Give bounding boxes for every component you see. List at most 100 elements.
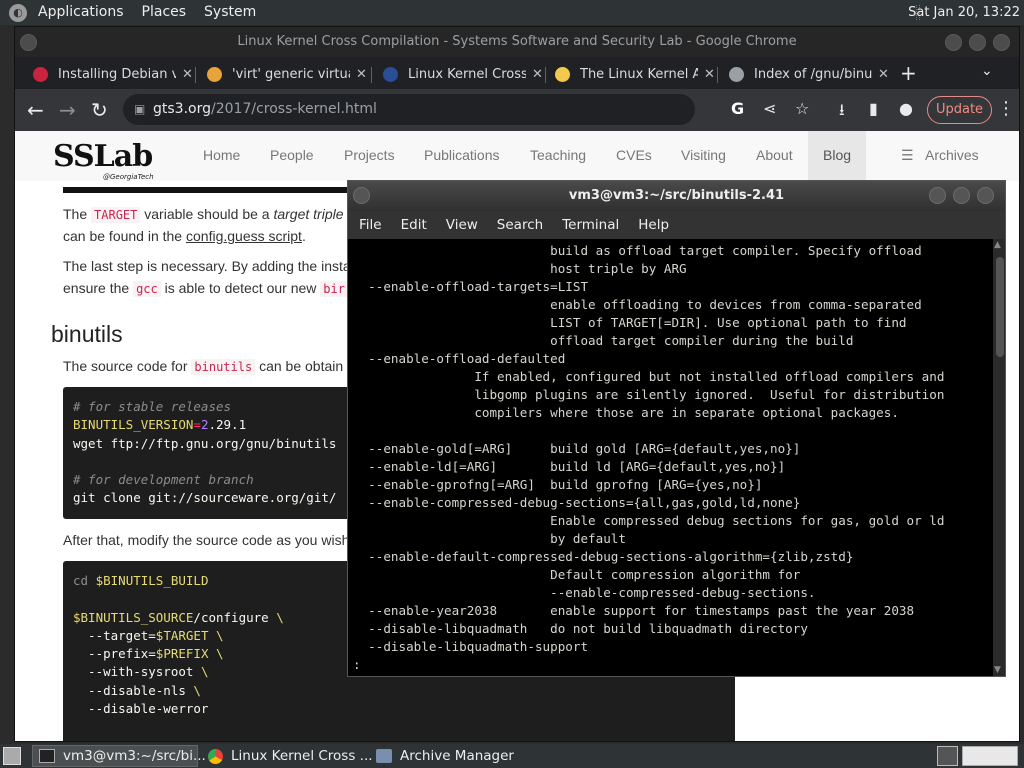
nav-blog[interactable]: Blog [823, 147, 851, 163]
nav-cves[interactable]: CVEs [616, 147, 652, 163]
terminal-maximize-button[interactable] [953, 187, 970, 204]
back-arrow-icon[interactable]: ← [27, 98, 44, 122]
url-host: gts3.org [153, 101, 211, 117]
lock-icon[interactable]: ▣ [134, 94, 145, 125]
terminal-menu-edit[interactable]: Edit [393, 217, 435, 233]
profile-icon[interactable]: ● [899, 99, 913, 118]
terminal-menu-terminal[interactable]: Terminal [554, 217, 627, 233]
inline-code-target: TARGET [91, 207, 141, 223]
terminal-menu-view[interactable]: View [438, 217, 486, 233]
paragraph-target-a: The TARGET variable should be a target t… [63, 206, 344, 223]
update-button[interactable]: Update [927, 96, 992, 124]
tab-close-icon[interactable]: ✕ [182, 67, 193, 82]
bookmark-star-icon[interactable]: ☆ [795, 99, 809, 118]
browser-toolbar: ← → ↻ ▣ gts3.org/2017/cross-kernel.html … [15, 89, 1019, 131]
terminal-line: offload target compiler during the build [353, 333, 854, 348]
paragraph-target-b: can be found in the config.guess script. [63, 228, 306, 244]
share-icon[interactable]: ⋖ [763, 99, 776, 118]
tab-linux-kernel-cross[interactable]: Linux Kernel Cross ✕ [373, 60, 545, 88]
sslab-logo-subtitle: @GeorgiaTech [103, 173, 154, 181]
scroll-down-arrow-icon[interactable]: ▼ [994, 665, 1001, 675]
bottom-taskbar: vm3@vm3:~/src/bi... Linux Kernel Cross .… [0, 744, 1024, 768]
tab-label: Linux Kernel Cross [408, 66, 526, 82]
terminal-app-icon [39, 749, 55, 763]
terminal-line: enable offloading to devices from comma-… [353, 297, 922, 312]
tab-close-icon[interactable]: ✕ [878, 67, 889, 82]
terminal-line: --enable-gprofng[=ARG] build gprofng [AR… [353, 477, 763, 492]
chrome-app-icon [208, 748, 223, 764]
terminal-window-menu-button[interactable] [353, 187, 370, 204]
terminal-line: host triple by ARG [353, 261, 687, 276]
url-path: /2017/cross-kernel.html [211, 101, 377, 117]
tab-virt-generic[interactable]: 'virt' generic virtua ✕ [197, 60, 369, 88]
extension-icon[interactable]: ⭳ [839, 99, 845, 126]
terminal-menubar: File Edit View Search Terminal Help [348, 211, 1005, 239]
nav-archives-icon[interactable]: ☰ [901, 147, 914, 164]
clock[interactable]: Sat Jan 20, 13:22 [908, 0, 1020, 25]
show-desktop-icon[interactable] [3, 747, 21, 765]
terminal-close-button[interactable] [977, 187, 994, 204]
menu-applications[interactable]: Applications [29, 0, 133, 25]
taskbar-item-chrome[interactable]: Linux Kernel Cross ... [202, 745, 373, 767]
tab-label: Index of /gnu/binut [754, 66, 872, 82]
tab-close-icon[interactable]: ✕ [704, 67, 715, 82]
terminal-line: : [353, 657, 361, 672]
nav-about[interactable]: About [756, 147, 793, 163]
terminal-scroll-thumb[interactable] [996, 257, 1004, 357]
minimize-button[interactable] [945, 34, 962, 51]
nav-archives[interactable]: Archives [925, 147, 979, 163]
close-button[interactable] [993, 34, 1010, 51]
terminal-output[interactable]: build as offload target compiler. Specif… [348, 239, 993, 676]
tab-search-chevron-icon[interactable]: ⌄ [981, 63, 993, 79]
tab-index-gnu-binutils[interactable]: Index of /gnu/binut ✕ [719, 60, 891, 88]
reload-icon[interactable]: ↻ [91, 98, 108, 122]
taskbar-label: Archive Manager [400, 748, 514, 764]
google-lens-icon[interactable]: G [731, 99, 744, 118]
terminal-line: LIST of TARGET[=DIR]. Use optional path … [353, 315, 907, 330]
side-panel-icon[interactable]: ▮ [869, 99, 878, 118]
distro-logo-icon[interactable]: ◐ [9, 3, 27, 22]
archive-manager-app-icon [376, 749, 392, 763]
workspace-switcher[interactable] [937, 746, 958, 766]
terminal-minimize-button[interactable] [929, 187, 946, 204]
chrome-menu-icon[interactable]: ⋮ [997, 98, 1015, 119]
terminal-menu-help[interactable]: Help [630, 217, 677, 233]
address-bar[interactable]: ▣ gts3.org/2017/cross-kernel.html [123, 94, 695, 125]
terminal-scrollbar[interactable]: ▲ ▼ [993, 239, 1005, 676]
taskbar-item-archive-manager[interactable]: Archive Manager [370, 745, 534, 767]
config-guess-link[interactable]: config.guess script [186, 228, 302, 244]
forward-arrow-icon[interactable]: → [59, 98, 76, 122]
chrome-titlebar[interactable]: Linux Kernel Cross Compilation - Systems… [15, 27, 1019, 57]
terminal-menu-search[interactable]: Search [489, 217, 551, 233]
taskbar-item-terminal[interactable]: vm3@vm3:~/src/bi... [32, 745, 206, 767]
sslab-favicon-icon [383, 66, 398, 82]
menu-system[interactable]: System [195, 0, 265, 25]
terminal-title: vm3@vm3:~/src/binutils-2.41 [568, 188, 785, 203]
terminal-line: --enable-ld[=ARG] build ld [ARG={default… [353, 459, 786, 474]
terminal-line: --enable-compressed-debug-sections. [353, 585, 816, 600]
tab-installing-debian[interactable]: Installing Debian v ✕ [23, 60, 195, 88]
nav-home[interactable]: Home [203, 147, 240, 163]
tab-linux-kernel-archives[interactable]: The Linux Kernel A ✕ [545, 60, 717, 88]
nav-teaching[interactable]: Teaching [530, 147, 586, 163]
terminal-menu-file[interactable]: File [351, 217, 390, 233]
terminal-line: compilers where those are in separate op… [353, 405, 899, 420]
sslab-logo[interactable]: SSLab [53, 139, 153, 174]
maximize-button[interactable] [969, 34, 986, 51]
scroll-up-arrow-icon[interactable]: ▲ [994, 240, 1001, 250]
tab-close-icon[interactable]: ✕ [356, 67, 367, 82]
nav-projects[interactable]: Projects [344, 147, 395, 163]
terminal-titlebar[interactable]: vm3@vm3:~/src/binutils-2.41 [348, 181, 1005, 211]
code-block-end [63, 187, 363, 193]
nav-people[interactable]: People [270, 147, 314, 163]
workspace-area[interactable] [962, 746, 1018, 766]
nav-visiting[interactable]: Visiting [681, 147, 726, 163]
tab-label: Installing Debian v [58, 66, 176, 82]
terminal-line: If enabled, configured but not installed… [353, 369, 945, 384]
nav-publications[interactable]: Publications [424, 147, 500, 163]
window-menu-button[interactable] [20, 34, 37, 51]
tab-close-icon[interactable]: ✕ [532, 67, 543, 82]
tab-label: 'virt' generic virtua [232, 66, 350, 82]
menu-places[interactable]: Places [133, 0, 196, 25]
new-tab-button[interactable]: + [900, 61, 917, 85]
